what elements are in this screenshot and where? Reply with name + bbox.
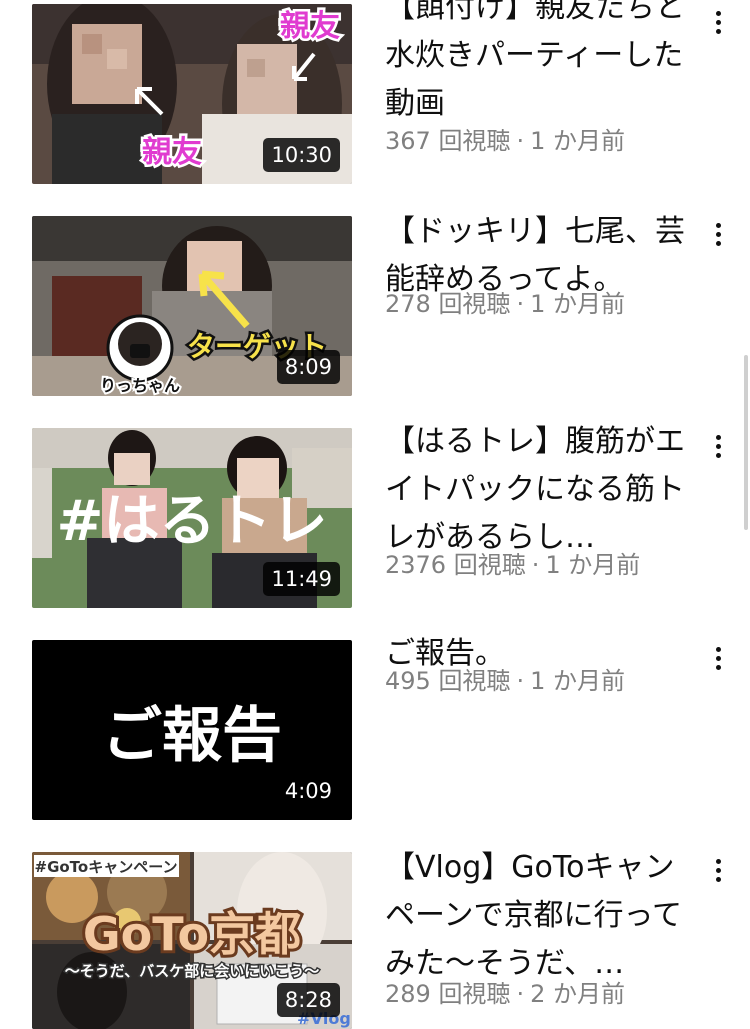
video-thumbnail[interactable]: 親友 親友 10:30 — [32, 4, 352, 184]
video-title[interactable]: 【はるトレ】腹筋がエイトパックになる筋トレがあるらし… — [385, 418, 685, 562]
overlay-text: りっちゃん — [100, 376, 180, 395]
video-meta: 289 回視聴 · 2 か月前 — [385, 979, 625, 1009]
video-meta: 2376 回視聴 · 1 か月前 — [385, 550, 640, 580]
video-thumbnail[interactable]: #はるトレ 11:49 — [32, 428, 352, 608]
meta-separator: · — [531, 551, 540, 579]
upload-age: 2 か月前 — [530, 980, 625, 1008]
meta-separator: · — [516, 290, 525, 318]
video-meta: 278 回視聴 · 1 か月前 — [385, 289, 625, 319]
overlay-text: 〜そうだ、バスケ部に会いにいこう〜 — [65, 962, 320, 980]
overlay-text: 親友 — [280, 9, 340, 44]
video-meta: 367 回視聴 · 1 か月前 — [385, 126, 625, 156]
video-item[interactable]: 親友 親友 10:30 【餌付け】親友たちと水炊きパーティーした動画 367 回… — [0, 0, 750, 184]
upload-age: 1 か月前 — [530, 667, 625, 695]
overlay-text: #はるトレ — [57, 489, 328, 554]
view-count: 2376 回視聴 — [385, 551, 526, 579]
more-options-icon[interactable] — [700, 0, 736, 46]
video-thumbnail[interactable]: ご報告 4:09 — [32, 640, 352, 820]
view-count: 367 回視聴 — [385, 127, 511, 155]
upload-age: 1 か月前 — [530, 127, 625, 155]
overlay-text: 親友 — [142, 135, 202, 170]
overlay-text: ご報告 — [102, 701, 282, 771]
more-options-icon[interactable] — [700, 422, 736, 470]
video-duration: 8:09 — [276, 350, 340, 384]
more-options-icon[interactable] — [700, 846, 736, 894]
video-meta: 495 回視聴 · 1 か月前 — [385, 666, 625, 696]
overlay-text: #GoToキャンペーン — [35, 858, 178, 876]
video-list: 親友 親友 10:30 【餌付け】親友たちと水炊きパーティーした動画 367 回… — [0, 0, 750, 1029]
video-title[interactable]: 【Vlog】GoToキャンペーンで京都に行ってみた〜そうだ、… — [385, 844, 685, 988]
video-item[interactable]: ご報告 4:09 ご報告。 495 回視聴 · 1 か月前 — [0, 636, 750, 820]
meta-separator: · — [516, 127, 525, 155]
upload-age: 1 か月前 — [545, 551, 641, 579]
video-title[interactable]: 【餌付け】親友たちと水炊きパーティーした動画 — [385, 0, 685, 128]
video-thumbnail[interactable]: ターゲット りっちゃん 8:09 — [32, 216, 352, 396]
video-duration: 11:49 — [263, 562, 340, 596]
video-item[interactable]: ターゲット りっちゃん 8:09 【ドッキリ】七尾、芸能辞めるってよ。 278 … — [0, 214, 750, 396]
video-item[interactable]: #はるトレ 11:49 【はるトレ】腹筋がエイトパックになる筋トレがあるらし… … — [0, 424, 750, 608]
meta-separator: · — [516, 980, 525, 1008]
upload-age: 1 か月前 — [530, 290, 625, 318]
scrollbar[interactable] — [744, 355, 748, 530]
more-options-icon[interactable] — [700, 210, 736, 258]
video-duration: 4:09 — [276, 774, 340, 808]
overlay-text: GoTo京都 — [83, 907, 301, 961]
view-count: 278 回視聴 — [385, 290, 511, 318]
video-duration: 10:30 — [263, 138, 340, 172]
more-options-icon[interactable] — [700, 634, 736, 682]
meta-separator: · — [516, 667, 525, 695]
video-item[interactable]: #GoToキャンペーン GoTo京都 〜そうだ、バスケ部に会いにいこう〜 #Vl… — [0, 850, 750, 1029]
video-thumbnail[interactable]: #GoToキャンペーン GoTo京都 〜そうだ、バスケ部に会いにいこう〜 #Vl… — [32, 852, 352, 1029]
view-count: 289 回視聴 — [385, 980, 511, 1008]
video-duration: 8:28 — [276, 983, 340, 1017]
view-count: 495 回視聴 — [385, 667, 511, 695]
